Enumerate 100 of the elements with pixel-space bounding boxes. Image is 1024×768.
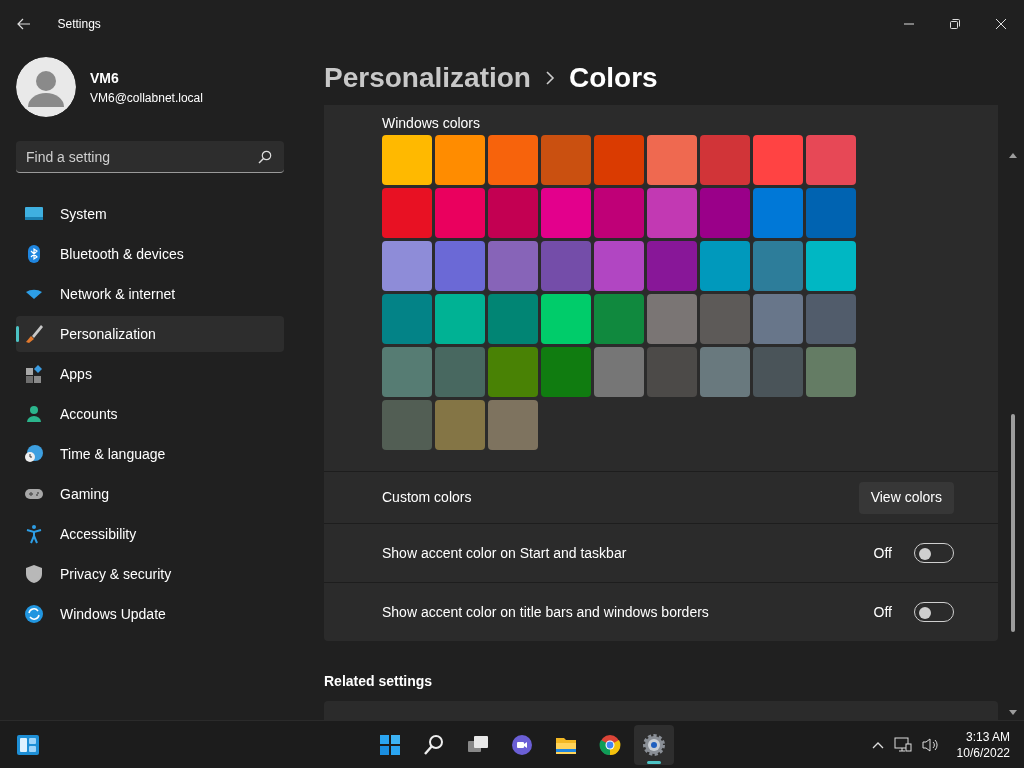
close-icon xyxy=(996,19,1006,29)
section-label: Windows colors xyxy=(382,114,482,133)
breadcrumb-link[interactable]: Personalization xyxy=(324,56,531,99)
color-swatch[interactable] xyxy=(700,294,750,344)
setting-label: Show accent color on title bars and windows borders xyxy=(382,602,709,622)
color-swatch[interactable] xyxy=(753,347,803,397)
color-swatch[interactable] xyxy=(488,241,538,291)
scroll-down-icon[interactable] xyxy=(1009,710,1017,716)
color-swatch[interactable] xyxy=(594,188,644,238)
shield-icon xyxy=(24,564,44,584)
toggle-state: Off xyxy=(873,543,892,563)
color-swatch[interactable] xyxy=(541,347,591,397)
color-swatch[interactable] xyxy=(753,188,803,238)
color-swatch[interactable] xyxy=(647,347,697,397)
color-swatch[interactable] xyxy=(435,400,485,450)
color-swatch[interactable] xyxy=(806,241,856,291)
section-heading: Related settings xyxy=(324,672,434,691)
back-icon xyxy=(16,18,31,30)
color-swatch[interactable] xyxy=(382,241,432,291)
apps-icon xyxy=(24,364,44,384)
breadcrumb-title: Colors xyxy=(568,60,658,95)
taskbar-button[interactable] xyxy=(634,724,674,765)
sidebar-item[interactable]: Bluetooth & devices xyxy=(16,236,284,272)
person-icon xyxy=(24,404,44,424)
color-swatch[interactable] xyxy=(435,188,485,238)
color-swatch[interactable] xyxy=(806,188,856,238)
globe-clock-icon xyxy=(24,444,44,464)
color-swatch[interactable] xyxy=(594,241,644,291)
avatar-icon xyxy=(16,57,76,117)
color-swatch[interactable] xyxy=(594,294,644,344)
scroll-up-icon[interactable] xyxy=(1009,152,1017,158)
color-swatch[interactable] xyxy=(435,294,485,344)
color-swatch[interactable] xyxy=(806,135,856,185)
setting-label: Show accent color on Start and taskbar xyxy=(382,543,627,563)
sync-icon xyxy=(24,604,44,624)
start-icon xyxy=(378,732,402,757)
color-swatch[interactable] xyxy=(382,347,432,397)
user-email: VM6@collabnet.local xyxy=(90,89,203,107)
search-icon xyxy=(258,150,272,164)
sidebar-item[interactable]: Accessibility xyxy=(16,516,284,552)
color-swatch[interactable] xyxy=(594,135,644,185)
search-icon xyxy=(422,732,446,757)
color-swatch[interactable] xyxy=(382,188,432,238)
volume-icon[interactable] xyxy=(921,736,940,753)
restore-icon xyxy=(950,19,960,29)
clock-date[interactable]: 10/6/2022 xyxy=(956,744,1010,761)
color-swatch[interactable] xyxy=(435,241,485,291)
search-field[interactable]: Find a setting xyxy=(16,141,284,173)
color-swatch[interactable] xyxy=(488,294,538,344)
color-swatch[interactable] xyxy=(753,241,803,291)
sidebar-item[interactable]: Gaming xyxy=(16,476,284,512)
sidebar-item[interactable]: Time & language xyxy=(16,436,284,472)
color-swatch[interactable] xyxy=(647,241,697,291)
color-swatch[interactable] xyxy=(488,400,538,450)
window-title: Settings xyxy=(57,16,101,33)
color-swatch[interactable] xyxy=(382,400,432,450)
color-swatch[interactable] xyxy=(488,347,538,397)
sidebar-item[interactable]: Network & internet xyxy=(16,276,284,312)
sidebar-item[interactable]: Privacy & security xyxy=(16,556,284,592)
color-swatch[interactable] xyxy=(488,188,538,238)
chat-icon xyxy=(510,732,534,757)
network-icon[interactable] xyxy=(893,736,912,753)
chevron-up-icon[interactable] xyxy=(871,740,884,749)
clock-time[interactable]: 3:13 AM xyxy=(956,728,1010,745)
scrollbar-thumb[interactable] xyxy=(1011,414,1015,632)
color-swatch[interactable] xyxy=(700,188,750,238)
color-swatch[interactable] xyxy=(647,294,697,344)
toggle-switch[interactable] xyxy=(914,602,954,622)
color-swatch[interactable] xyxy=(594,347,644,397)
color-swatch[interactable] xyxy=(382,294,432,344)
color-swatch[interactable] xyxy=(435,347,485,397)
color-swatch[interactable] xyxy=(700,241,750,291)
color-swatch[interactable] xyxy=(488,135,538,185)
sidebar-item[interactable]: Personalization xyxy=(16,316,284,352)
color-swatch[interactable] xyxy=(806,294,856,344)
brush-icon xyxy=(24,324,44,344)
color-swatch[interactable] xyxy=(541,188,591,238)
sidebar-item[interactable]: Accounts xyxy=(16,396,284,432)
color-swatch[interactable] xyxy=(700,347,750,397)
color-swatch[interactable] xyxy=(541,135,591,185)
sidebar-item[interactable]: System xyxy=(16,196,284,232)
accessibility-icon xyxy=(24,524,44,544)
chevron-right-icon xyxy=(544,70,555,85)
color-swatch[interactable] xyxy=(435,135,485,185)
user-name: VM6 xyxy=(90,68,120,88)
color-swatch[interactable] xyxy=(647,135,697,185)
color-swatch[interactable] xyxy=(806,347,856,397)
setting-label: Custom colors xyxy=(382,488,472,507)
color-swatch[interactable] xyxy=(753,294,803,344)
sidebar-item[interactable]: Windows Update xyxy=(16,596,284,632)
gear-icon xyxy=(642,732,666,757)
color-swatch[interactable] xyxy=(541,241,591,291)
color-swatch[interactable] xyxy=(700,135,750,185)
sidebar-item[interactable]: Apps xyxy=(16,356,284,392)
browser-icon xyxy=(598,732,622,757)
color-swatch[interactable] xyxy=(753,135,803,185)
color-swatch[interactable] xyxy=(647,188,697,238)
color-swatch[interactable] xyxy=(382,135,432,185)
color-swatch[interactable] xyxy=(541,294,591,344)
view-colors-button[interactable]: View colors xyxy=(858,481,954,514)
